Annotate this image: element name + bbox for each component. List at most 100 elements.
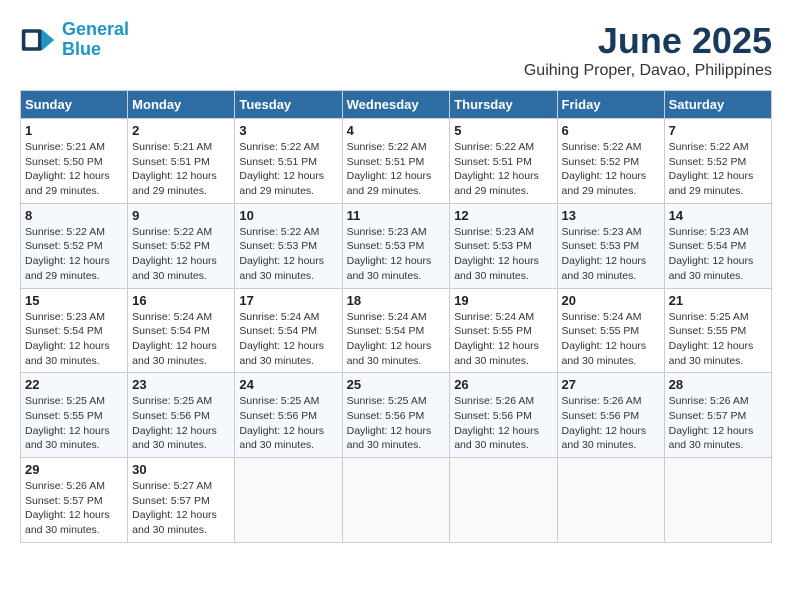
calendar-day-cell: 18 Sunrise: 5:24 AM Sunset: 5:54 PM Dayl… — [342, 288, 450, 373]
weekday-header-row: SundayMondayTuesdayWednesdayThursdayFrid… — [21, 91, 772, 119]
calendar-day-cell: 13 Sunrise: 5:23 AM Sunset: 5:53 PM Dayl… — [557, 203, 664, 288]
calendar-day-cell: 1 Sunrise: 5:21 AM Sunset: 5:50 PM Dayli… — [21, 119, 128, 204]
day-info: Sunrise: 5:23 AM Sunset: 5:54 PM Dayligh… — [25, 310, 123, 369]
calendar-day-cell: 23 Sunrise: 5:25 AM Sunset: 5:56 PM Dayl… — [128, 373, 235, 458]
calendar-day-cell: 30 Sunrise: 5:27 AM Sunset: 5:57 PM Dayl… — [128, 458, 235, 543]
day-info: Sunrise: 5:22 AM Sunset: 5:51 PM Dayligh… — [347, 140, 446, 199]
day-info: Sunrise: 5:24 AM Sunset: 5:54 PM Dayligh… — [132, 310, 230, 369]
day-info: Sunrise: 5:22 AM Sunset: 5:52 PM Dayligh… — [669, 140, 767, 199]
day-number: 29 — [25, 462, 123, 477]
weekday-header-cell: Sunday — [21, 91, 128, 119]
weekday-header-cell: Saturday — [664, 91, 771, 119]
calendar-week-row: 15 Sunrise: 5:23 AM Sunset: 5:54 PM Dayl… — [21, 288, 772, 373]
day-info: Sunrise: 5:25 AM Sunset: 5:55 PM Dayligh… — [25, 394, 123, 453]
day-info: Sunrise: 5:25 AM Sunset: 5:56 PM Dayligh… — [132, 394, 230, 453]
calendar-day-cell — [557, 458, 664, 543]
day-number: 6 — [562, 123, 660, 138]
day-info: Sunrise: 5:25 AM Sunset: 5:56 PM Dayligh… — [347, 394, 446, 453]
calendar-day-cell: 19 Sunrise: 5:24 AM Sunset: 5:55 PM Dayl… — [450, 288, 557, 373]
calendar-day-cell: 27 Sunrise: 5:26 AM Sunset: 5:56 PM Dayl… — [557, 373, 664, 458]
day-info: Sunrise: 5:23 AM Sunset: 5:54 PM Dayligh… — [669, 225, 767, 284]
month-title: June 2025 — [524, 20, 772, 62]
day-number: 28 — [669, 377, 767, 392]
calendar-day-cell: 17 Sunrise: 5:24 AM Sunset: 5:54 PM Dayl… — [235, 288, 342, 373]
day-number: 13 — [562, 208, 660, 223]
day-number: 3 — [239, 123, 337, 138]
day-info: Sunrise: 5:24 AM Sunset: 5:55 PM Dayligh… — [562, 310, 660, 369]
calendar-day-cell: 6 Sunrise: 5:22 AM Sunset: 5:52 PM Dayli… — [557, 119, 664, 204]
calendar-day-cell: 2 Sunrise: 5:21 AM Sunset: 5:51 PM Dayli… — [128, 119, 235, 204]
calendar-day-cell: 26 Sunrise: 5:26 AM Sunset: 5:56 PM Dayl… — [450, 373, 557, 458]
day-number: 9 — [132, 208, 230, 223]
calendar-day-cell — [664, 458, 771, 543]
day-number: 19 — [454, 293, 552, 308]
day-number: 12 — [454, 208, 552, 223]
calendar-day-cell: 20 Sunrise: 5:24 AM Sunset: 5:55 PM Dayl… — [557, 288, 664, 373]
day-number: 27 — [562, 377, 660, 392]
day-number: 11 — [347, 208, 446, 223]
day-number: 16 — [132, 293, 230, 308]
day-info: Sunrise: 5:22 AM Sunset: 5:52 PM Dayligh… — [562, 140, 660, 199]
day-number: 2 — [132, 123, 230, 138]
calendar-day-cell: 28 Sunrise: 5:26 AM Sunset: 5:57 PM Dayl… — [664, 373, 771, 458]
calendar-week-row: 22 Sunrise: 5:25 AM Sunset: 5:55 PM Dayl… — [21, 373, 772, 458]
day-info: Sunrise: 5:21 AM Sunset: 5:51 PM Dayligh… — [132, 140, 230, 199]
day-info: Sunrise: 5:25 AM Sunset: 5:56 PM Dayligh… — [239, 394, 337, 453]
calendar-day-cell: 15 Sunrise: 5:23 AM Sunset: 5:54 PM Dayl… — [21, 288, 128, 373]
day-number: 20 — [562, 293, 660, 308]
day-number: 23 — [132, 377, 230, 392]
day-info: Sunrise: 5:22 AM Sunset: 5:52 PM Dayligh… — [132, 225, 230, 284]
calendar-day-cell — [342, 458, 450, 543]
calendar-day-cell: 9 Sunrise: 5:22 AM Sunset: 5:52 PM Dayli… — [128, 203, 235, 288]
day-number: 24 — [239, 377, 337, 392]
day-number: 5 — [454, 123, 552, 138]
day-number: 4 — [347, 123, 446, 138]
day-info: Sunrise: 5:22 AM Sunset: 5:51 PM Dayligh… — [454, 140, 552, 199]
day-number: 1 — [25, 123, 123, 138]
calendar-day-cell: 7 Sunrise: 5:22 AM Sunset: 5:52 PM Dayli… — [664, 119, 771, 204]
calendar-week-row: 1 Sunrise: 5:21 AM Sunset: 5:50 PM Dayli… — [21, 119, 772, 204]
calendar-day-cell: 10 Sunrise: 5:22 AM Sunset: 5:53 PM Dayl… — [235, 203, 342, 288]
calendar-day-cell: 21 Sunrise: 5:25 AM Sunset: 5:55 PM Dayl… — [664, 288, 771, 373]
day-number: 18 — [347, 293, 446, 308]
weekday-header-cell: Monday — [128, 91, 235, 119]
day-number: 17 — [239, 293, 337, 308]
day-info: Sunrise: 5:26 AM Sunset: 5:57 PM Dayligh… — [669, 394, 767, 453]
day-number: 14 — [669, 208, 767, 223]
day-info: Sunrise: 5:24 AM Sunset: 5:55 PM Dayligh… — [454, 310, 552, 369]
calendar-day-cell: 5 Sunrise: 5:22 AM Sunset: 5:51 PM Dayli… — [450, 119, 557, 204]
day-info: Sunrise: 5:23 AM Sunset: 5:53 PM Dayligh… — [347, 225, 446, 284]
day-info: Sunrise: 5:27 AM Sunset: 5:57 PM Dayligh… — [132, 479, 230, 538]
logo-text: General Blue — [62, 20, 129, 60]
calendar-day-cell: 16 Sunrise: 5:24 AM Sunset: 5:54 PM Dayl… — [128, 288, 235, 373]
calendar-day-cell — [235, 458, 342, 543]
calendar-table: SundayMondayTuesdayWednesdayThursdayFrid… — [20, 90, 772, 543]
logo-icon — [20, 22, 56, 58]
day-number: 22 — [25, 377, 123, 392]
day-number: 25 — [347, 377, 446, 392]
day-info: Sunrise: 5:21 AM Sunset: 5:50 PM Dayligh… — [25, 140, 123, 199]
day-number: 7 — [669, 123, 767, 138]
day-info: Sunrise: 5:22 AM Sunset: 5:52 PM Dayligh… — [25, 225, 123, 284]
day-info: Sunrise: 5:23 AM Sunset: 5:53 PM Dayligh… — [454, 225, 552, 284]
day-info: Sunrise: 5:26 AM Sunset: 5:56 PM Dayligh… — [562, 394, 660, 453]
day-info: Sunrise: 5:26 AM Sunset: 5:56 PM Dayligh… — [454, 394, 552, 453]
day-number: 10 — [239, 208, 337, 223]
calendar-day-cell: 22 Sunrise: 5:25 AM Sunset: 5:55 PM Dayl… — [21, 373, 128, 458]
day-number: 26 — [454, 377, 552, 392]
calendar-day-cell: 8 Sunrise: 5:22 AM Sunset: 5:52 PM Dayli… — [21, 203, 128, 288]
calendar-day-cell — [450, 458, 557, 543]
day-info: Sunrise: 5:24 AM Sunset: 5:54 PM Dayligh… — [347, 310, 446, 369]
weekday-header-cell: Wednesday — [342, 91, 450, 119]
calendar-day-cell: 3 Sunrise: 5:22 AM Sunset: 5:51 PM Dayli… — [235, 119, 342, 204]
logo: General Blue — [20, 20, 129, 60]
day-info: Sunrise: 5:22 AM Sunset: 5:51 PM Dayligh… — [239, 140, 337, 199]
title-area: June 2025 Guihing Proper, Davao, Philipp… — [524, 20, 772, 80]
day-info: Sunrise: 5:25 AM Sunset: 5:55 PM Dayligh… — [669, 310, 767, 369]
weekday-header-cell: Thursday — [450, 91, 557, 119]
calendar-day-cell: 25 Sunrise: 5:25 AM Sunset: 5:56 PM Dayl… — [342, 373, 450, 458]
calendar-day-cell: 29 Sunrise: 5:26 AM Sunset: 5:57 PM Dayl… — [21, 458, 128, 543]
day-number: 21 — [669, 293, 767, 308]
day-info: Sunrise: 5:22 AM Sunset: 5:53 PM Dayligh… — [239, 225, 337, 284]
calendar-week-row: 8 Sunrise: 5:22 AM Sunset: 5:52 PM Dayli… — [21, 203, 772, 288]
